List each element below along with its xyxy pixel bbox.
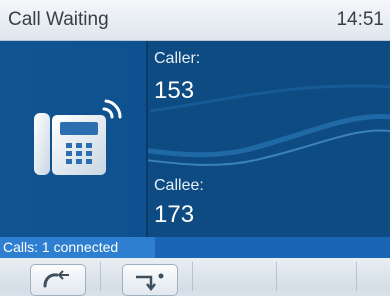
status-bar: Calls: 1 connected: [0, 237, 390, 258]
transfer-softkey[interactable]: [122, 264, 178, 296]
call-icon-panel: [0, 41, 146, 237]
softkey-bar: [0, 258, 390, 296]
callee-number: 173: [154, 201, 195, 228]
softkey-divider: [356, 262, 357, 291]
call-panel: Caller: 153 Callee: 173: [0, 41, 390, 237]
call-transfer-icon: [136, 273, 164, 292]
callback-softkey[interactable]: [30, 264, 86, 296]
status-text: Calls: 1 connected: [3, 239, 119, 255]
panel-divider: [146, 41, 148, 237]
status-label-box: Calls: 1 connected: [0, 237, 155, 258]
screen-title: Call Waiting: [8, 9, 109, 30]
softkey-divider: [100, 262, 101, 291]
desk-phone-icon: [34, 99, 122, 175]
caller-number: 153: [154, 77, 195, 104]
callee-label: Callee:: [154, 177, 204, 194]
title-bar: Call Waiting 14:51: [0, 0, 390, 41]
call-back-icon: [43, 270, 69, 288]
softkey-divider: [192, 262, 193, 291]
caller-label: Caller:: [154, 50, 201, 67]
clock: 14:51: [336, 9, 384, 30]
softkey-divider: [276, 262, 277, 291]
